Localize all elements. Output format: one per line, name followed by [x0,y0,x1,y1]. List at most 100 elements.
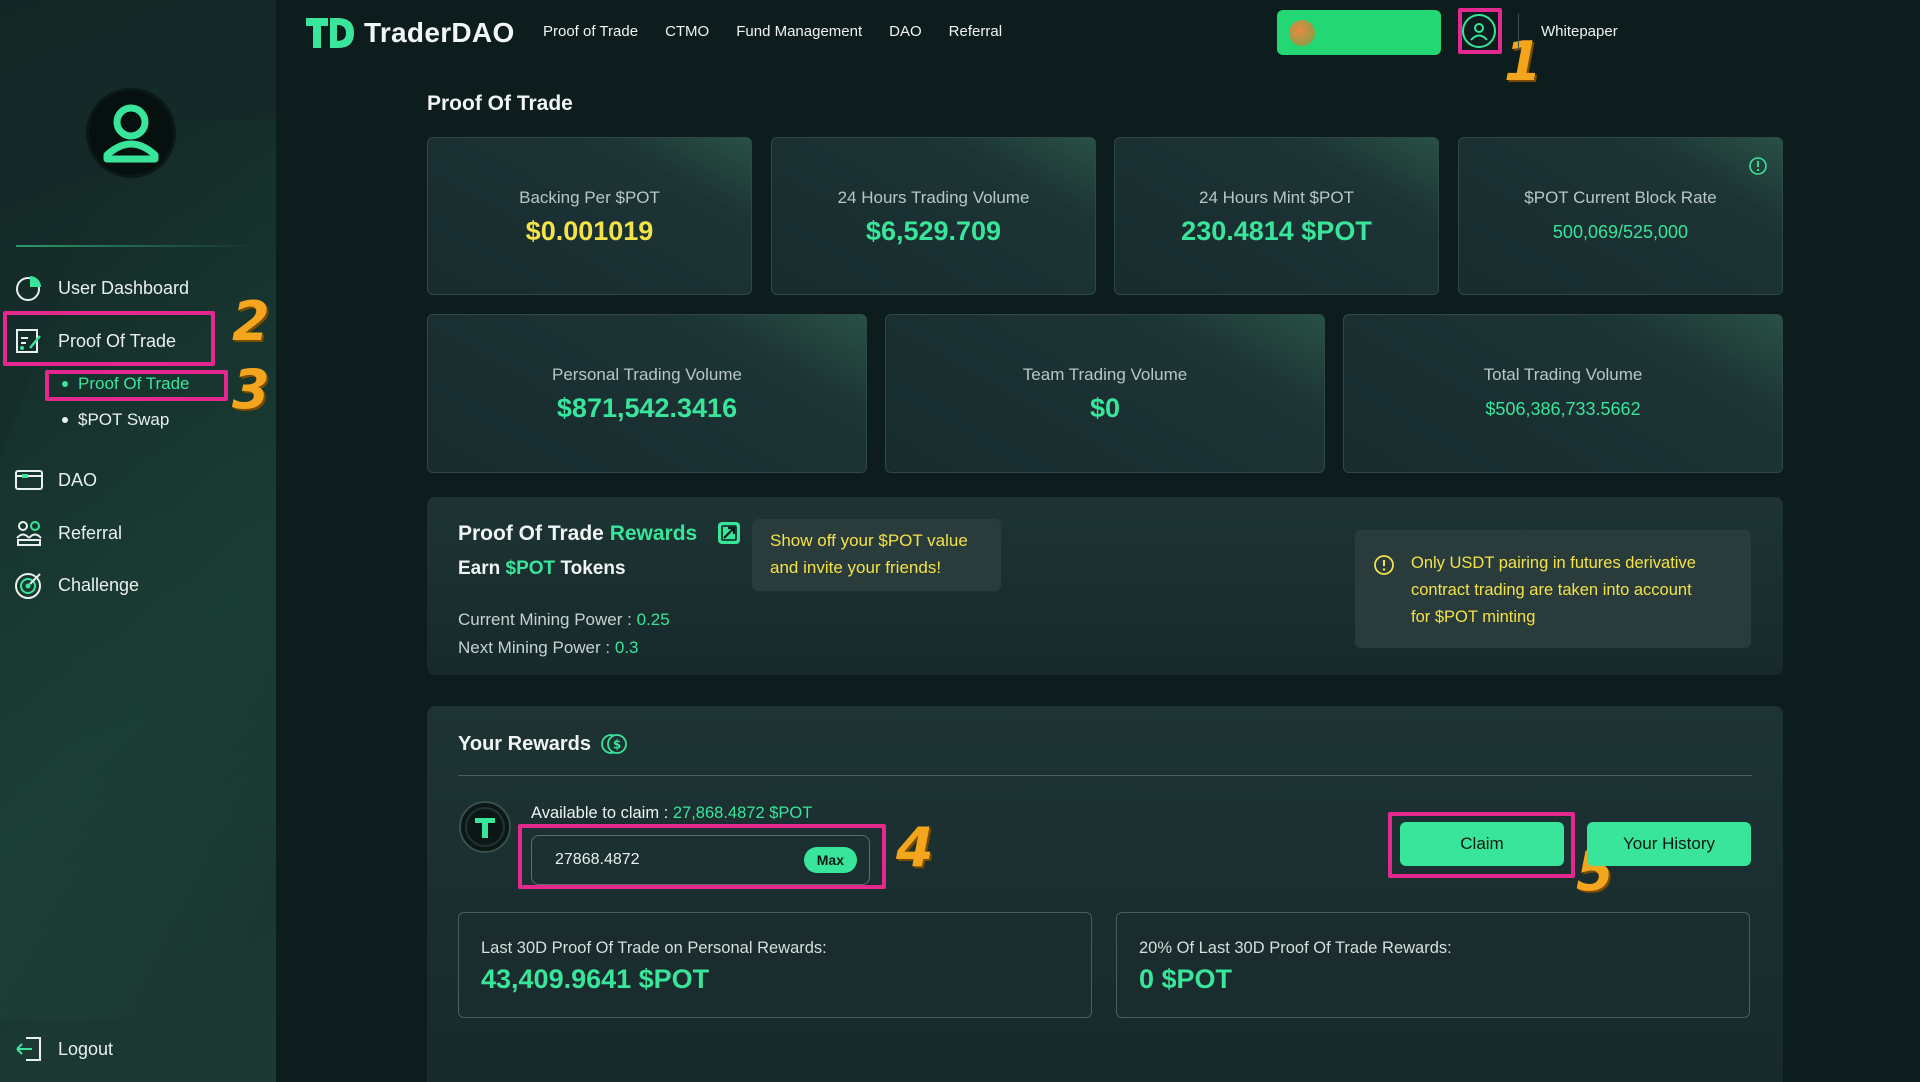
wallet-avatar-icon [1289,19,1315,46]
sidebar-subitem-label: $POT Swap [78,410,170,429]
stat-box-value: 43,409.9641 $POT [481,964,710,994]
info-icon[interactable] [1748,156,1768,176]
sidebar-subitem-pot-swap[interactable]: $POT Swap [62,410,169,430]
mining-value: 0.25 [636,610,670,629]
subtitle-text: Earn [458,558,501,579]
sidebar-item-label: Referral [58,522,123,543]
logout-icon [16,1037,41,1061]
stat-value: $506,386,733.5662 [1485,399,1641,419]
annotation-number: 2 [232,290,270,353]
rewards-divider [458,775,1752,776]
stat-label: Total Trading Volume [1483,365,1643,384]
available-label: Available to claim : [531,804,669,822]
traderdao-logo-icon [306,18,354,48]
top-nav-referral[interactable]: Referral [949,23,1002,40]
stat-value: 500,069/525,000 [1552,222,1689,242]
annotation-number: 1 [1504,30,1542,93]
wallet-card-icon [15,470,43,490]
top-nav-dao[interactable]: DAO [889,23,922,40]
sidebar-item-proof-of-trade[interactable]: Proof Of Trade [14,326,176,356]
rewards-title-text: Proof Of Trade [458,522,604,545]
annotation-number: 4 [896,816,934,879]
stat-value: $0 [1089,393,1121,423]
stat-value: $871,542.3416 [556,393,738,423]
sidebar: User Dashboard Proof Of Trade 2 Proof Of… [0,0,276,1082]
sidebar-item-user-dashboard[interactable]: User Dashboard [14,273,189,303]
mining-value: 0.3 [614,638,639,657]
stat-label: Backing Per $POT [519,188,660,207]
stat-box-value: 0 $POT [1139,964,1233,994]
stat-card-team-volume: Team Trading Volume $0 [885,314,1325,473]
available-value: 27,868.4872 $POT [672,804,813,822]
stat-label: 24 Hours Mint $POT [1199,188,1354,207]
sidebar-subitem-proof-of-trade[interactable]: Proof Of Trade [62,374,190,394]
notice-line: Only USDT pairing in futures derivative [1411,554,1696,572]
stat-value: 230.4814 $POT [1181,216,1372,246]
stat-card-24h-mint: 24 Hours Mint $POT 230.4814 $POT [1114,137,1439,295]
sidebar-item-challenge[interactable]: Challenge [14,570,139,600]
pct-last-30d-rewards: 20% Of Last 30D Proof Of Trade Rewards: … [1116,912,1750,1018]
sidebar-item-referral[interactable]: Referral [14,518,122,548]
subtitle-token: $POT [505,558,556,579]
notice-line: contract trading are taken into account [1411,581,1692,599]
mining-label: Next Mining Power : [458,638,611,657]
svg-text:$: $ [613,738,621,752]
coins-icon: $ [601,734,627,754]
tooltip-line: and invite your friends! [770,558,942,577]
user-avatar[interactable] [89,91,173,175]
mining-label: Current Mining Power : [458,610,632,629]
stat-label: Personal Trading Volume [552,365,742,384]
user-icon [1470,23,1488,41]
people-icon [16,521,42,546]
whitepaper-link[interactable]: Whitepaper [1541,23,1618,40]
subtitle-text: Tokens [560,558,626,579]
sidebar-item-label: Proof Of Trade [58,330,177,351]
max-button[interactable]: Max [803,847,857,873]
header-separator [1518,14,1519,50]
wallet-button[interactable] [1277,10,1441,55]
warning-info-icon [1374,555,1394,575]
share-icon[interactable] [716,520,742,546]
sidebar-item-label: Challenge [58,574,140,595]
current-mining-power: Current Mining Power : 0.25 [458,610,670,630]
rewards-panel-title: Proof Of Trade Rewards [458,522,697,546]
sidebar-divider [16,245,256,247]
rewards-panel-subtitle: Earn $POT Tokens [458,558,626,580]
stat-card-backing: Backing Per $POT $0.001019 [427,137,752,295]
your-history-button[interactable]: Your History [1587,822,1751,866]
stat-value: $6,529.709 [865,216,1002,246]
pie-chart-icon [16,276,41,301]
claim-amount-value: 27868.4872 [555,851,640,868]
stat-value: $0.001019 [525,216,654,246]
logout-label: Logout [58,1038,114,1059]
stat-card-24h-volume: 24 Hours Trading Volume $6,529.709 [771,137,1096,295]
stat-card-block-rate: $POT Current Block Rate 500,069/525,000 [1458,137,1783,295]
pot-token-icon [459,801,511,853]
stat-label: Team Trading Volume [1022,365,1188,384]
profile-button[interactable] [1462,14,1496,48]
top-nav-ctmo[interactable]: CTMO [665,23,709,40]
share-tooltip: Show off your $POT value and invite your… [752,519,1001,591]
top-nav-fund-management[interactable]: Fund Management [736,23,862,40]
target-icon [15,573,41,599]
stat-card-total-volume: Total Trading Volume $506,386,733.5662 [1343,314,1783,473]
your-rewards-header: Your Rewards $ [458,732,629,756]
top-nav-proof-of-trade[interactable]: Proof of Trade [543,23,638,40]
your-rewards-title: Your Rewards [458,732,591,755]
notice-line: for $POT minting [1411,608,1536,626]
rewards-title-highlight: Rewards [609,522,698,545]
sidebar-subitem-label: Proof Of Trade [78,374,190,393]
sidebar-item-dao[interactable]: DAO [14,465,97,495]
top-nav: Proof of Trade CTMO Fund Management DAO … [543,23,1002,40]
brand-logo[interactable]: TraderDAO [304,14,515,52]
claim-button[interactable]: Claim [1400,822,1564,866]
sidebar-item-label: User Dashboard [58,277,190,298]
stat-card-personal-volume: Personal Trading Volume $871,542.3416 [427,314,867,473]
claim-amount-input[interactable]: 27868.4872 Max [531,835,870,885]
annotation-number: 3 [232,358,270,421]
page-title: Proof Of Trade [427,92,573,115]
next-mining-power: Next Mining Power : 0.3 [458,638,639,658]
last-30d-personal-rewards: Last 30D Proof Of Trade on Personal Rewa… [458,912,1092,1018]
logout-button[interactable]: Logout [14,1034,113,1064]
sidebar-item-label: DAO [58,469,98,490]
